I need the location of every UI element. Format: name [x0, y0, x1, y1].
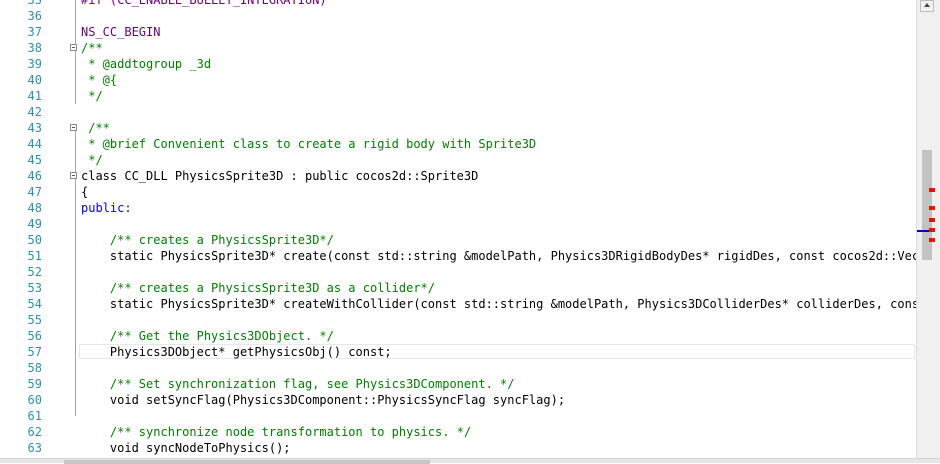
line-number: 48 — [27, 201, 42, 215]
line-number: 61 — [27, 409, 42, 423]
code-text[interactable]: Physics3DObject* getPhysicsObj() const; — [81, 344, 392, 360]
code-line[interactable]: 38 /** — [0, 40, 916, 56]
error-marker[interactable] — [929, 228, 935, 232]
vertical-scroll-thumb[interactable] — [922, 150, 932, 260]
line-number: 63 — [27, 441, 42, 455]
code-text[interactable]: { — [81, 184, 88, 200]
code-text[interactable]: /** creates a PhysicsSprite3D as a colli… — [81, 280, 435, 296]
code-line[interactable]: 46 class CC_DLL PhysicsSprite3D : public… — [0, 168, 916, 184]
line-number: 40 — [27, 73, 42, 87]
line-number: 47 — [27, 185, 42, 199]
code-line[interactable]: 47 { — [0, 184, 916, 200]
code-line[interactable]: 48 public: — [0, 200, 916, 216]
horizontal-scrollbar[interactable] — [0, 458, 940, 464]
line-number: 52 — [27, 265, 42, 279]
code-text[interactable]: */ — [81, 152, 102, 168]
line-number: 45 — [27, 153, 42, 167]
code-line[interactable]: 36 — [0, 8, 916, 24]
error-marker[interactable] — [929, 218, 935, 222]
horizontal-scroll-thumb[interactable] — [64, 460, 430, 464]
code-text[interactable]: void setSyncFlag(Physics3DComponent::Phy… — [81, 392, 565, 408]
scroll-up-arrow-icon[interactable] — [920, 0, 934, 12]
line-number: 42 — [27, 105, 42, 119]
collapse-box-icon[interactable] — [70, 44, 77, 51]
code-text[interactable]: /** synchronize node transformation to p… — [81, 424, 471, 440]
line-number: 46 — [27, 169, 42, 183]
code-editor[interactable]: 35 #if (CC_ENABLE_BULLET_INTEGRATION) 36… — [0, 0, 916, 458]
line-number: 37 — [27, 25, 42, 39]
line-number: 51 — [27, 249, 42, 263]
code-line[interactable]: 62 /** synchronize node transformation t… — [0, 424, 916, 440]
caret-position-marker — [917, 230, 929, 232]
code-text[interactable]: NS_CC_BEGIN — [81, 24, 160, 40]
error-marker[interactable] — [929, 238, 935, 242]
error-marker[interactable] — [929, 188, 935, 192]
code-text[interactable]: /** — [81, 120, 110, 136]
line-number: 59 — [27, 377, 42, 391]
code-line[interactable]: 51 static PhysicsSprite3D* create(const … — [0, 248, 916, 264]
code-line[interactable]: 41 */ — [0, 88, 916, 104]
code-line[interactable]: 49 — [0, 216, 916, 232]
code-text[interactable]: static PhysicsSprite3D* createWithCollid… — [81, 296, 916, 312]
code-line[interactable]: 55 — [0, 312, 916, 328]
code-line[interactable]: 59 /** Set synchronization flag, see Phy… — [0, 376, 916, 392]
code-line[interactable]: 63 void syncNodeToPhysics(); — [0, 440, 916, 456]
code-line[interactable]: 44 * @brief Convenient class to create a… — [0, 136, 916, 152]
line-number: 39 — [27, 57, 42, 71]
code-text[interactable]: /** creates a PhysicsSprite3D*/ — [81, 232, 334, 248]
line-number: 56 — [27, 329, 42, 343]
collapse-box-icon[interactable] — [70, 172, 77, 179]
line-number: 35 — [27, 0, 42, 7]
line-number: 58 — [27, 361, 42, 375]
code-text[interactable]: /** Set synchronization flag, see Physic… — [81, 376, 515, 392]
code-text[interactable]: void syncNodeToPhysics(); — [81, 440, 291, 456]
line-number: 54 — [27, 297, 42, 311]
vertical-scrollbar[interactable] — [916, 0, 940, 458]
code-text[interactable]: #if (CC_ENABLE_BULLET_INTEGRATION) — [81, 0, 327, 8]
code-text[interactable]: static PhysicsSprite3D* create(const std… — [81, 248, 916, 264]
code-line[interactable]: 53 /** creates a PhysicsSprite3D as a co… — [0, 280, 916, 296]
code-text[interactable]: public: — [81, 200, 132, 216]
code-text[interactable]: /** Get the Physics3DObject. */ — [81, 328, 334, 344]
code-line[interactable]: 40 * @{ — [0, 72, 916, 88]
code-line[interactable]: 45 */ — [0, 152, 916, 168]
code-line[interactable]: 39 * @addtogroup _3d — [0, 56, 916, 72]
code-line[interactable]: 37 NS_CC_BEGIN — [0, 24, 916, 40]
code-text[interactable]: * @brief Convenient class to create a ri… — [81, 136, 536, 152]
line-number: 38 — [27, 41, 42, 55]
code-line[interactable]: 54 static PhysicsSprite3D* createWithCol… — [0, 296, 916, 312]
error-marker[interactable] — [929, 206, 935, 210]
code-line[interactable]: 35 #if (CC_ENABLE_BULLET_INTEGRATION) — [0, 0, 916, 8]
line-number: 36 — [27, 9, 42, 23]
line-number: 53 — [27, 281, 42, 295]
code-text[interactable]: /** — [81, 40, 103, 56]
code-line[interactable]: 60 void setSyncFlag(Physics3DComponent::… — [0, 392, 916, 408]
line-number: 57 — [27, 345, 42, 359]
code-line[interactable]: 58 — [0, 360, 916, 376]
code-line[interactable]: 43 /** — [0, 120, 916, 136]
line-number: 62 — [27, 425, 42, 439]
code-line[interactable]: 56 /** Get the Physics3DObject. */ — [0, 328, 916, 344]
line-number: 44 — [27, 137, 42, 151]
line-number: 49 — [27, 217, 42, 231]
code-line[interactable]: 42 — [0, 104, 916, 120]
line-number: 41 — [27, 89, 42, 103]
code-text[interactable]: class CC_DLL PhysicsSprite3D : public co… — [81, 168, 478, 184]
line-number: 60 — [27, 393, 42, 407]
code-text[interactable]: */ — [81, 88, 102, 104]
code-line[interactable]: 61 — [0, 408, 916, 424]
line-number: 55 — [27, 313, 42, 327]
code-text[interactable]: * @{ — [81, 72, 117, 88]
code-line-current[interactable]: 57 Physics3DObject* getPhysicsObj() cons… — [0, 344, 916, 360]
collapse-box-icon[interactable] — [70, 124, 77, 131]
code-line[interactable]: 52 — [0, 264, 916, 280]
code-line[interactable]: 50 /** creates a PhysicsSprite3D*/ — [0, 232, 916, 248]
line-number: 50 — [27, 233, 42, 247]
code-text[interactable]: * @addtogroup _3d — [81, 56, 211, 72]
line-number: 43 — [27, 121, 42, 135]
